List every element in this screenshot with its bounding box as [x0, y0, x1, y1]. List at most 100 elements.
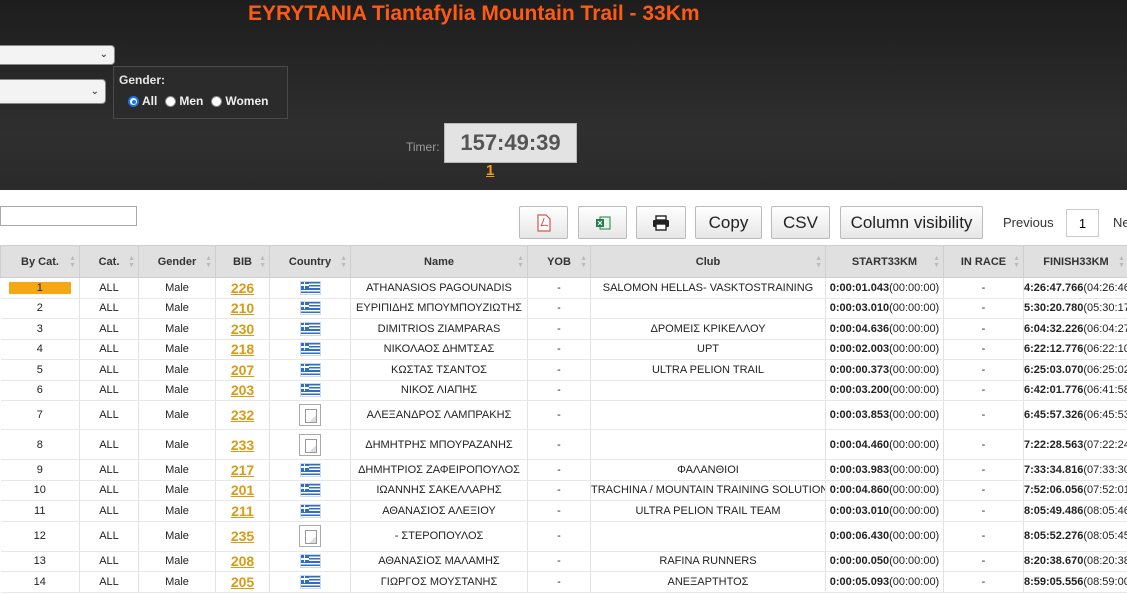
table-header-row: By Cat. ▲ ▼ Cat. ▲ ▼ Gender ▲ ▼ BIB ▲ ▼ Country ▲ ▼ Nam… [0, 245, 1127, 278]
header-bib[interactable]: BIB ▲ ▼ [215, 245, 270, 278]
cell-by-cat: 2 [0, 298, 80, 319]
csv-button[interactable]: CSV [771, 206, 830, 239]
cell-in-race: - [943, 277, 1024, 299]
bib-link[interactable]: 210 [231, 300, 254, 316]
header-name[interactable]: Name ▲ ▼ [350, 245, 528, 278]
table-row[interactable]: 4 ALL Male 218 ΝΙΚΟΛΑΟΣ ΔΗΜΤΣΑΣ - UPT 0:00:02.0… [0, 339, 1127, 360]
gender-option-men[interactable]: Men [165, 94, 203, 108]
cell-bib: 232 [215, 400, 270, 430]
cell-country [269, 521, 351, 552]
category-select[interactable]: ⌄ [0, 45, 115, 65]
timer-page-link[interactable]: 1 [486, 162, 494, 179]
bib-link[interactable]: 205 [231, 574, 254, 590]
table-row[interactable]: 14 ALL Male 205 ΓΙΩΡΓΟΣ ΜΟΥΣΤΑΝΗΣ - ΑΝΕΞΑΡΤΗΤΟ… [0, 571, 1127, 593]
table-row[interactable]: 1 ALL Male 226 ATHANASIOS PAGOUNADIS - SALOMON… [0, 277, 1127, 299]
table-row[interactable]: 2 ALL Male 210 ΕΥΡΙΠΙΔΗΣ ΜΠΟΥΜΠΟΥΖΙΩΤΗΣ -0:00… [0, 298, 1127, 319]
greece-flag-icon [299, 383, 321, 398]
cell-country [269, 551, 351, 572]
previous-page-button[interactable]: Previous [1003, 215, 1054, 230]
cell-yob: - [527, 339, 591, 360]
header-cat[interactable]: Cat. ▲ ▼ [79, 245, 139, 278]
greece-flag-icon [299, 342, 321, 357]
greece-flag-icon [299, 321, 321, 336]
cell-finish: 8:05:49.486(08:05:46) [1023, 500, 1127, 522]
bib-link[interactable]: 211 [231, 503, 254, 519]
cell-finish: 6:45:57.326(06:45:53) [1023, 400, 1127, 430]
bib-link[interactable]: 207 [231, 362, 254, 378]
cell-club: ΦΑΛΑΝΘΙΟΙ [590, 459, 826, 481]
cell-in-race: - [943, 318, 1024, 340]
search-input[interactable] [0, 206, 137, 226]
cell-gender: Male [138, 500, 216, 522]
table-row[interactable]: 10 ALL Male 201 ΙΩΑΝΝΗΣ ΣΑΚΕΛΛΑΡΗΣ - TRACHINA … [0, 480, 1127, 501]
cell-country [269, 571, 351, 593]
cell-name: ΝΙΚΟΣ ΛΙΑΠΗΣ [350, 380, 528, 401]
missing-image-icon [299, 404, 321, 426]
copy-button[interactable]: Copy [695, 206, 762, 239]
cell-by-cat: 9 [0, 459, 80, 481]
next-page-button[interactable]: Ne [1113, 215, 1127, 230]
bib-link[interactable]: 235 [231, 528, 254, 544]
cell-finish: 6:42:01.776(06:41:58) [1023, 380, 1127, 401]
table-row[interactable]: 3 ALL Male 230 DIMITRIOS ZIAMPARAS - ΔΡΟΜΕΙΣ Κ… [0, 318, 1127, 340]
cell-gender: Male [138, 318, 216, 340]
header-start[interactable]: START33KM ▲ ▼ [825, 245, 944, 278]
table-row[interactable]: 6 ALL Male 203 ΝΙΚΟΣ ΛΙΑΠΗΣ -0:00:03.200(00:0… [0, 380, 1127, 401]
gender-option-women[interactable]: Women [211, 94, 268, 108]
header-by-cat[interactable]: By Cat. ▲ ▼ [0, 245, 80, 278]
column-visibility-button[interactable]: Column visibility [840, 206, 983, 239]
cell-start: 0:00:00.050(00:00:00) [825, 551, 944, 572]
cell-finish: 7:52:06.056(07:52:01) [1023, 480, 1127, 501]
current-page-button[interactable]: 1 [1066, 209, 1099, 237]
cell-in-race: - [943, 400, 1024, 430]
cell-yob: - [527, 459, 591, 481]
header-finish[interactable]: FINISH33KM ▲ ▼ [1023, 245, 1127, 278]
cell-by-cat: 13 [0, 551, 80, 572]
table-row[interactable]: 11 ALL Male 211 ΑΘΑΝΑΣΙΟΣ ΑΛΕΞΙΟΥ - ULTRA PELI… [0, 500, 1127, 522]
cell-by-cat: 4 [0, 339, 80, 360]
cell-bib: 230 [215, 318, 270, 340]
header-in-race[interactable]: IN RACE ▲ ▼ [943, 245, 1024, 278]
cell-country [269, 459, 351, 481]
header-country[interactable]: Country ▲ ▼ [269, 245, 351, 278]
bib-link[interactable]: 233 [231, 437, 254, 453]
cell-in-race: - [943, 500, 1024, 522]
header-club[interactable]: Club ▲ ▼ [590, 245, 826, 278]
cell-country [269, 277, 351, 299]
cell-in-race: - [943, 480, 1024, 501]
table-row[interactable]: 5 ALL Male 207 ΚΩΣΤΑΣ ΤΣΑΝΤΟΣ - ULTRA PELION T… [0, 359, 1127, 381]
cell-finish: 6:25:03.070(06:25:02) [1023, 359, 1127, 381]
table-row[interactable]: 12 ALL Male 235- ΣΤΕΡΟΠΟΥΛΟΣ -0:00:06.430(00… [0, 521, 1127, 552]
export-pdf-button[interactable] [519, 206, 568, 239]
bib-link[interactable]: 203 [231, 382, 254, 398]
radio-selected-icon [128, 96, 139, 107]
cell-in-race: - [943, 380, 1024, 401]
bib-link[interactable]: 217 [231, 462, 254, 478]
header-gender[interactable]: Gender ▲ ▼ [138, 245, 216, 278]
cell-cat: ALL [79, 429, 139, 460]
export-excel-button[interactable] [578, 206, 627, 239]
bib-link[interactable]: 230 [231, 321, 254, 337]
bib-link[interactable]: 208 [231, 553, 254, 569]
bib-link[interactable]: 201 [231, 482, 254, 498]
print-button[interactable] [636, 206, 686, 239]
bib-link[interactable]: 232 [231, 407, 254, 423]
table-row[interactable]: 8 ALL Male 233 ΔΗΜΗΤΡΗΣ ΜΠΟΥΡΑΖΑΝΗΣ -0:00:04.… [0, 429, 1127, 460]
results-table: By Cat. ▲ ▼ Cat. ▲ ▼ Gender ▲ ▼ BIB ▲ ▼ Country ▲ ▼ Nam… [0, 245, 1127, 593]
bib-link[interactable]: 218 [231, 341, 254, 357]
event-select[interactable]: ⌄ [0, 79, 106, 104]
cell-gender: Male [138, 459, 216, 481]
cell-bib: 207 [215, 359, 270, 381]
table-body: 1 ALL Male 226 ATHANASIOS PAGOUNADIS - SALOMON… [0, 277, 1127, 593]
table-row[interactable]: 7 ALL Male 232 ΑΛΕΞΑΝΔΡΟΣ ΛΑΜΠΡΑΚΗΣ -0:00:03.… [0, 400, 1127, 430]
table-row[interactable]: 9 ALL Male 217 ΔΗΜΗΤΡΙΟΣ ΖΑΦΕΙΡΟΠΟΥΛΟΣ - ΦΑΛΑΝ… [0, 459, 1127, 481]
cell-cat: ALL [79, 500, 139, 522]
cell-bib: 205 [215, 571, 270, 593]
table-row[interactable]: 13 ALL Male 208 ΑΘΑΝΑΣΙΟΣ ΜΑΛΑΜΗΣ - RAFINA RUN… [0, 551, 1127, 572]
cell-in-race: - [943, 339, 1024, 360]
cell-cat: ALL [79, 571, 139, 593]
bib-link[interactable]: 226 [231, 280, 254, 296]
header-yob[interactable]: YOB ▲ ▼ [527, 245, 591, 278]
cell-start: 0:00:01.043(00:00:00) [825, 277, 944, 299]
gender-option-all[interactable]: All [128, 94, 157, 108]
